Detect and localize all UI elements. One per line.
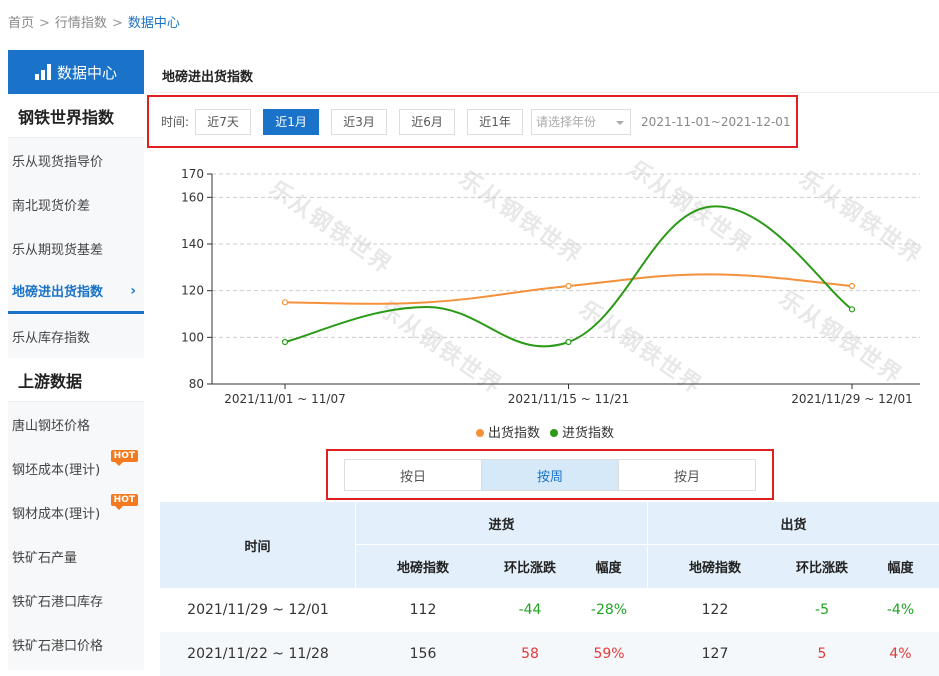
- filter-1m-button[interactable]: 近1月: [263, 108, 320, 135]
- chart-legend: 出货指数 进货指数: [476, 422, 614, 441]
- sidebar-item-billet-price[interactable]: 唐山钢坯价格: [8, 402, 144, 446]
- header-in-pct: 幅度: [570, 545, 648, 588]
- data-point: [848, 306, 856, 313]
- breadcrumb-current: 数据中心: [127, 16, 180, 31]
- time-label: 时间:: [161, 115, 190, 129]
- cell-out-change: 5: [817, 646, 827, 662]
- sidebar-item-price-spread[interactable]: 南北现货价差: [8, 182, 144, 226]
- header-out-change: 环比涨跌: [795, 561, 848, 576]
- cell-out-pct: 4%: [889, 646, 912, 662]
- legend-item-out[interactable]: 出货指数: [476, 422, 540, 441]
- breadcrumb-separator: >: [111, 16, 123, 31]
- hot-badge: HOT: [110, 450, 138, 466]
- header-out-pct: 幅度: [887, 561, 914, 576]
- table-header: 时间 进货 出货 地磅指数 环比涨跌 幅度 地磅指数 环比涨跌 幅度: [160, 502, 939, 588]
- chart-svg: 80 100 120 140 160 170 2021/11/01 ~ 11/07 2021/…: [181, 167, 920, 406]
- line-chart: 乐从钢铁世界 乐从钢铁世界 乐从钢铁世界 乐从钢铁世界 乐从钢铁世界 乐从钢铁世…: [150, 157, 939, 410]
- sidebar-header-label: 数据中心: [56, 63, 117, 82]
- data-point: [848, 282, 856, 290]
- year-select[interactable]: 请选择年份: [531, 108, 632, 135]
- cell-in-index: 156: [409, 646, 437, 662]
- legend-label-in: 进货指数: [562, 426, 615, 441]
- year-select-placeholder: 请选择年份: [536, 115, 597, 129]
- sidebar-item-label: 钢坯成本(理计): [12, 462, 101, 478]
- hot-badge: HOT: [110, 494, 138, 510]
- bar-chart-icon: [34, 64, 51, 80]
- chevron-down-icon: [616, 120, 625, 125]
- y-tick-label: 100: [181, 330, 204, 344]
- cell-time: 2021/11/29 ~ 12/01: [187, 602, 329, 618]
- filter-7d-button[interactable]: 近7天: [195, 108, 252, 135]
- cell-in-change: -44: [518, 602, 542, 618]
- cell-out-pct: -4%: [886, 602, 915, 618]
- x-tick-label: 2021/11/01 ~ 11/07: [224, 392, 345, 406]
- breadcrumb: 首页 > 行情指数 > 数据中心: [8, 12, 180, 31]
- breadcrumb-home[interactable]: 首页: [8, 16, 34, 31]
- y-tick-label: 140: [181, 237, 204, 251]
- sidebar-section-steel-index: 钢铁世界指数: [8, 94, 144, 138]
- y-tick-label: 80: [189, 377, 204, 391]
- sidebar-section-upstream: 上游数据: [8, 358, 144, 402]
- sidebar-item-ore-port-price[interactable]: 铁矿石港口价格: [8, 622, 144, 666]
- x-tick-label: 2021/11/29 ~ 12/01: [791, 392, 912, 406]
- data-point: [565, 338, 572, 346]
- header-out-group: 出货: [648, 502, 939, 545]
- breadcrumb-separator: >: [39, 16, 50, 31]
- cell-time: 2021/11/22 ~ 11/28: [187, 646, 329, 662]
- sidebar-item-scale-index[interactable]: 地磅进出货指数 ›: [8, 270, 144, 314]
- sidebar: 数据中心 钢铁世界指数 乐从现货指导价 南北现货价差 乐从期现货基差 地磅进出货…: [8, 50, 144, 670]
- table-row: 2021/11/22 ~ 11/28 156 58 59% 127 5 4%: [160, 632, 939, 676]
- sidebar-header[interactable]: 数据中心: [8, 50, 144, 94]
- divider: [150, 92, 939, 93]
- tab-weekly[interactable]: 按周: [482, 460, 619, 490]
- period-tabs: 按日 按周 按月: [344, 459, 756, 491]
- header-in-change: 环比涨跌: [503, 561, 556, 576]
- cell-in-pct: 59%: [593, 646, 625, 662]
- header-time: 时间: [160, 502, 356, 588]
- y-tick-label: 160: [181, 190, 204, 204]
- table-row: 2021/11/29 ~ 12/01 112 -44 -28% 122 -5 -…: [160, 588, 939, 632]
- data-table: 时间 进货 出货 地磅指数 环比涨跌 幅度 地磅指数 环比涨跌 幅度 2021/…: [160, 502, 939, 676]
- tab-monthly[interactable]: 按月: [619, 460, 755, 490]
- cell-out-index: 127: [701, 646, 729, 662]
- sidebar-item-label: 地磅进出货指数: [12, 285, 104, 300]
- legend-dot-out: [476, 429, 484, 437]
- sidebar-item-steel-cost[interactable]: 钢材成本(理计) HOT: [8, 490, 144, 534]
- chevron-right-icon: ›: [130, 282, 136, 299]
- cell-in-pct: -28%: [590, 602, 628, 618]
- sidebar-item-basis[interactable]: 乐从期现货基差: [8, 226, 144, 270]
- breadcrumb-market[interactable]: 行情指数: [55, 16, 107, 31]
- x-tick-label: 2021/11/15 ~ 11/21: [508, 392, 629, 406]
- header-out-index: 地磅指数: [688, 561, 741, 576]
- cell-out-index: 122: [701, 602, 729, 618]
- sidebar-item-ore-port-stock[interactable]: 铁矿石港口库存: [8, 578, 144, 622]
- filter-3m-button[interactable]: 近3月: [331, 108, 388, 135]
- legend-dot-in: [550, 429, 559, 437]
- tab-daily[interactable]: 按日: [345, 460, 482, 490]
- header-in-index: 地磅指数: [396, 561, 449, 576]
- y-tick-label: 170: [181, 167, 204, 181]
- time-filter-bar: 时间: 近7天 近1月 近3月 近6月 近1年 请选择年份 2021-11-01…: [147, 95, 798, 148]
- cell-in-change: 58: [521, 646, 539, 662]
- sidebar-item-inventory-index[interactable]: 乐从库存指数: [8, 314, 144, 358]
- cell-out-change: -5: [815, 602, 829, 618]
- data-point: [281, 299, 289, 306]
- sidebar-item-label: 钢材成本(理计): [12, 506, 101, 522]
- legend-item-in[interactable]: 进货指数: [550, 422, 614, 441]
- date-range-text: 2021-11-01~2021-12-01: [641, 114, 791, 129]
- sidebar-item-guide-price[interactable]: 乐从现货指导价: [8, 138, 144, 182]
- filter-6m-button[interactable]: 近6月: [399, 108, 456, 135]
- data-point: [565, 282, 572, 290]
- page-title: 地磅进出货指数: [162, 70, 254, 85]
- sidebar-item-billet-cost[interactable]: 钢坯成本(理计) HOT: [8, 446, 144, 490]
- data-point: [281, 338, 289, 346]
- header-in-group: 进货: [356, 502, 648, 545]
- cell-in-index: 112: [409, 602, 437, 618]
- filter-1y-button[interactable]: 近1年: [467, 108, 524, 135]
- legend-label-out: 出货指数: [488, 426, 541, 441]
- sidebar-item-ore-output[interactable]: 铁矿石产量: [8, 534, 144, 578]
- y-tick-label: 120: [181, 284, 204, 298]
